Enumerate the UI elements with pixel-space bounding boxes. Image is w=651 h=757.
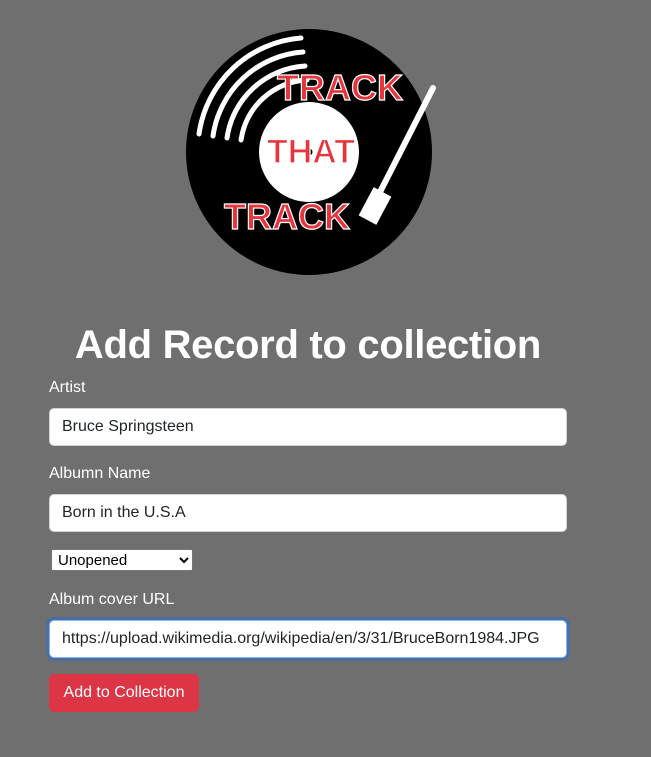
condition-select[interactable]: Unopened — [51, 549, 193, 571]
logo-text-line3: TRACK — [224, 196, 350, 237]
track-that-track-logo: TRACK THAT TRACK — [186, 29, 436, 275]
album-cover-url-input[interactable] — [49, 620, 567, 658]
page: TRACK THAT TRACK Add Record to collectio… — [0, 0, 651, 757]
page-title: Add Record to collection — [74, 323, 542, 367]
logo-text-line1: TRACK — [277, 67, 403, 108]
logo-text-line2: THAT — [267, 133, 355, 171]
album-name-label: Albumn Name — [49, 465, 151, 482]
add-to-collection-button[interactable]: Add to Collection — [49, 674, 199, 712]
album-name-input[interactable] — [49, 494, 567, 532]
artist-input[interactable] — [49, 408, 567, 446]
album-cover-url-label: Album cover URL — [49, 591, 175, 608]
artist-label: Artist — [49, 379, 86, 396]
